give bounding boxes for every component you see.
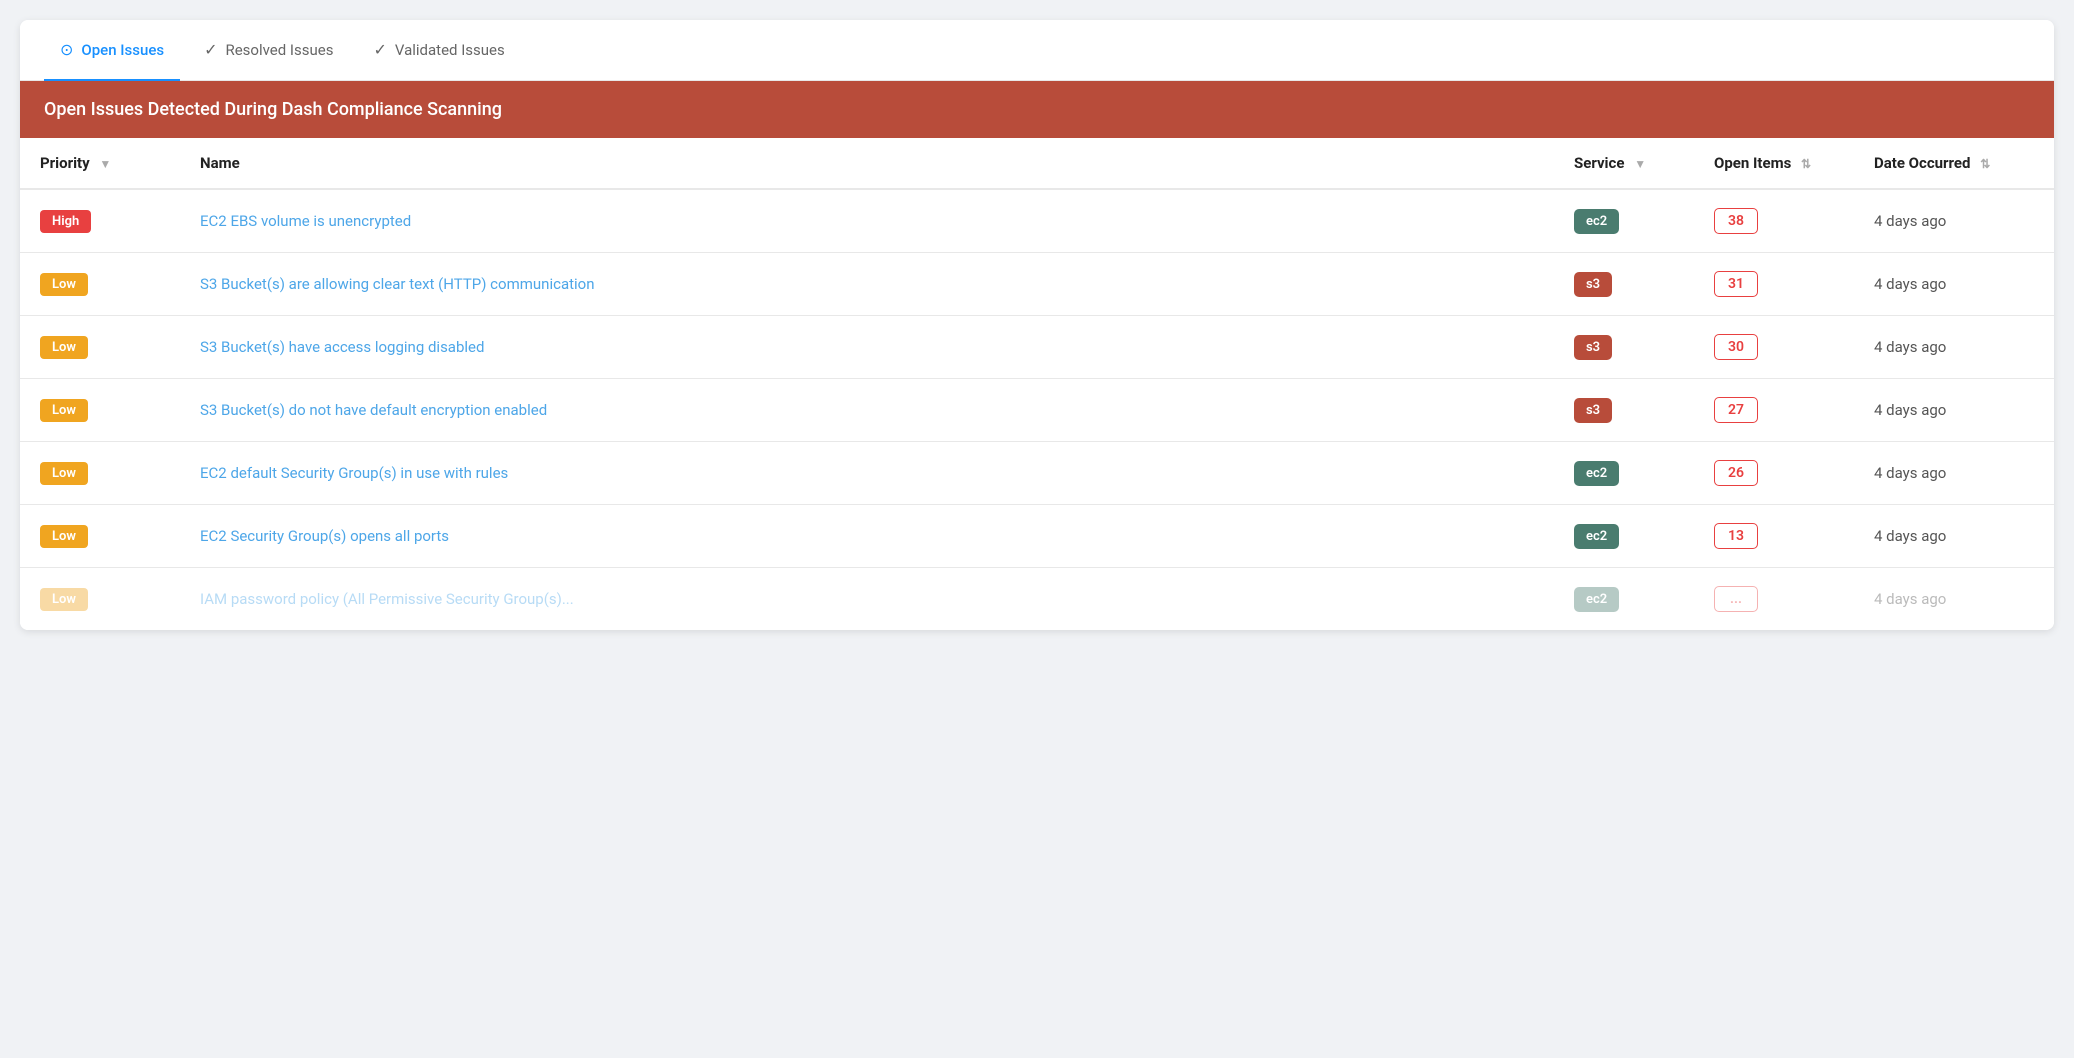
col-date-label: Date Occurred [1874, 154, 1970, 172]
tab-resolved-issues-label: Resolved Issues [225, 41, 333, 59]
open-items-badge: 30 [1714, 334, 1758, 360]
table-row: Low EC2 default Security Group(s) in use … [20, 442, 2054, 505]
issues-table: Priority ▼ Name Service ▼ Open Items ⇅ [20, 138, 2054, 630]
priority-badge: Low [40, 336, 88, 359]
resolved-issues-icon: ✓ [204, 40, 217, 59]
issue-name-link[interactable]: EC2 Security Group(s) opens all ports [200, 527, 449, 545]
issue-name-link[interactable]: S3 Bucket(s) have access logging disable… [200, 338, 484, 356]
service-badge: s3 [1574, 398, 1612, 423]
table-header-row: Priority ▼ Name Service ▼ Open Items ⇅ [20, 138, 2054, 189]
date-occurred: 4 days ago [1874, 212, 1946, 230]
date-occurred: 4 days ago [1874, 275, 1946, 293]
priority-badge: Low [40, 273, 88, 296]
table-row-partial: Low IAM password policy (All Permissive S… [20, 568, 2054, 631]
table-row: High EC2 EBS volume is unencrypted ec2 38 4 … [20, 189, 2054, 253]
validated-issues-icon: ✓ [373, 40, 386, 59]
banner: Open Issues Detected During Dash Complia… [20, 81, 2054, 138]
sort-icon-date: ⇅ [1980, 157, 1990, 171]
issue-name-link[interactable]: EC2 default Security Group(s) in use wit… [200, 464, 508, 482]
issues-table-wrapper: Priority ▼ Name Service ▼ Open Items ⇅ [20, 138, 2054, 630]
issue-name-partial: IAM password policy (All Permissive Secu… [180, 568, 1554, 631]
date-occurred: 4 days ago [1874, 464, 1946, 482]
sort-icon-priority: ▼ [99, 157, 111, 171]
open-items-badge: 13 [1714, 523, 1758, 549]
main-container: ⊙ Open Issues ✓ Resolved Issues ✓ Valida… [20, 20, 2054, 630]
open-issues-icon: ⊙ [60, 40, 73, 59]
tab-bar: ⊙ Open Issues ✓ Resolved Issues ✓ Valida… [20, 20, 2054, 81]
service-badge: s3 [1574, 272, 1612, 297]
date-occurred: 4 days ago [1874, 527, 1946, 545]
col-header-open-items[interactable]: Open Items ⇅ [1694, 138, 1854, 189]
tab-open-issues[interactable]: ⊙ Open Issues [44, 20, 180, 81]
date-occurred: 4 days ago [1874, 401, 1946, 419]
col-header-service[interactable]: Service ▼ [1554, 138, 1694, 189]
table-row: Low S3 Bucket(s) are allowing clear text … [20, 253, 2054, 316]
priority-badge: Low [40, 399, 88, 422]
priority-badge: Low [40, 588, 88, 611]
tab-validated-issues[interactable]: ✓ Validated Issues [357, 20, 520, 81]
col-open-items-label: Open Items [1714, 154, 1791, 172]
date-occurred-partial: 4 days ago [1854, 568, 2054, 631]
table-row: Low EC2 Security Group(s) opens all ports… [20, 505, 2054, 568]
table-row: Low S3 Bucket(s) do not have default encr… [20, 379, 2054, 442]
col-service-label: Service [1574, 154, 1624, 172]
priority-badge: Low [40, 525, 88, 548]
sort-icon-open-items: ⇅ [1801, 157, 1811, 171]
service-badge: s3 [1574, 335, 1612, 360]
service-badge: ec2 [1574, 461, 1619, 486]
tab-resolved-issues[interactable]: ✓ Resolved Issues [188, 20, 349, 81]
open-items-badge: 38 [1714, 208, 1758, 234]
service-badge: ec2 [1574, 524, 1619, 549]
issue-name-link[interactable]: S3 Bucket(s) do not have default encrypt… [200, 401, 547, 419]
banner-text: Open Issues Detected During Dash Complia… [44, 99, 502, 120]
sort-icon-service: ▼ [1634, 157, 1646, 171]
tab-validated-issues-label: Validated Issues [395, 41, 505, 59]
col-header-date[interactable]: Date Occurred ⇅ [1854, 138, 2054, 189]
issue-name-link[interactable]: S3 Bucket(s) are allowing clear text (HT… [200, 275, 595, 293]
col-header-name: Name [180, 138, 1554, 189]
col-name-label: Name [200, 154, 240, 172]
col-header-priority[interactable]: Priority ▼ [20, 138, 180, 189]
open-items-badge: 27 [1714, 397, 1758, 423]
date-occurred: 4 days ago [1874, 338, 1946, 356]
service-badge: ec2 [1574, 209, 1619, 234]
open-items-badge: 31 [1714, 271, 1758, 297]
table-row: Low S3 Bucket(s) have access logging disa… [20, 316, 2054, 379]
issue-name-link[interactable]: EC2 EBS volume is unencrypted [200, 212, 411, 230]
tab-open-issues-label: Open Issues [81, 41, 164, 59]
priority-badge: Low [40, 462, 88, 485]
priority-badge: High [40, 210, 91, 233]
open-items-badge: ... [1714, 586, 1758, 612]
col-priority-label: Priority [40, 154, 90, 172]
service-badge: ec2 [1574, 587, 1619, 612]
open-items-badge: 26 [1714, 460, 1758, 486]
